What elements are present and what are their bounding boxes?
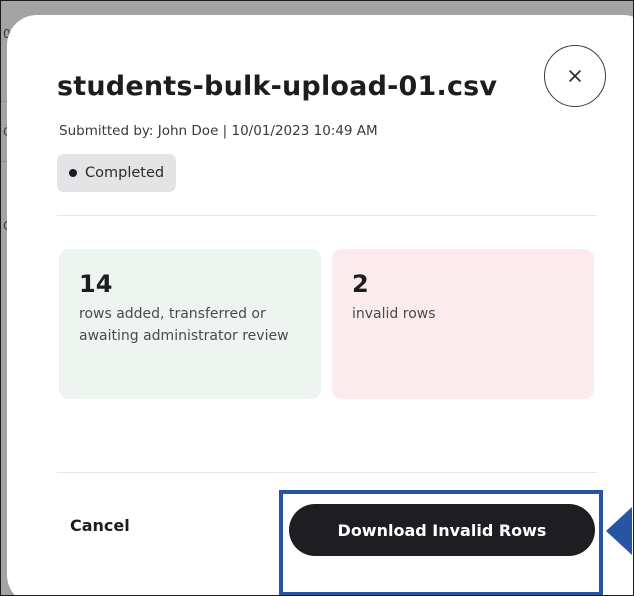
- invalid-count: 2: [352, 270, 369, 298]
- cancel-button[interactable]: Cancel: [70, 516, 130, 535]
- screenshot-frame: 0 C C students-bulk-upload-01.csv Submit…: [0, 0, 634, 596]
- close-icon: [569, 70, 581, 82]
- footer-divider: [57, 472, 597, 473]
- success-summary-card: 14 rows added, transferred or awaiting a…: [59, 249, 321, 399]
- success-description: rows added, transferred or awaiting admi…: [79, 306, 289, 344]
- status-badge: Completed: [57, 154, 177, 192]
- invalid-description: invalid rows: [352, 306, 436, 322]
- callout-pointer-arrow: [606, 507, 632, 555]
- divider: [57, 215, 597, 216]
- success-count: 14: [79, 270, 113, 298]
- status-dot-icon: [69, 169, 77, 177]
- status-badge-label: Completed: [85, 165, 165, 181]
- dialog-title: students-bulk-upload-01.csv: [57, 71, 498, 102]
- invalid-summary-card: 2 invalid rows: [332, 249, 594, 399]
- submission-info: Submitted by: John Doe | 10/01/2023 10:4…: [59, 123, 378, 139]
- close-button[interactable]: [544, 45, 606, 107]
- download-invalid-rows-button[interactable]: Download Invalid Rows: [289, 504, 595, 556]
